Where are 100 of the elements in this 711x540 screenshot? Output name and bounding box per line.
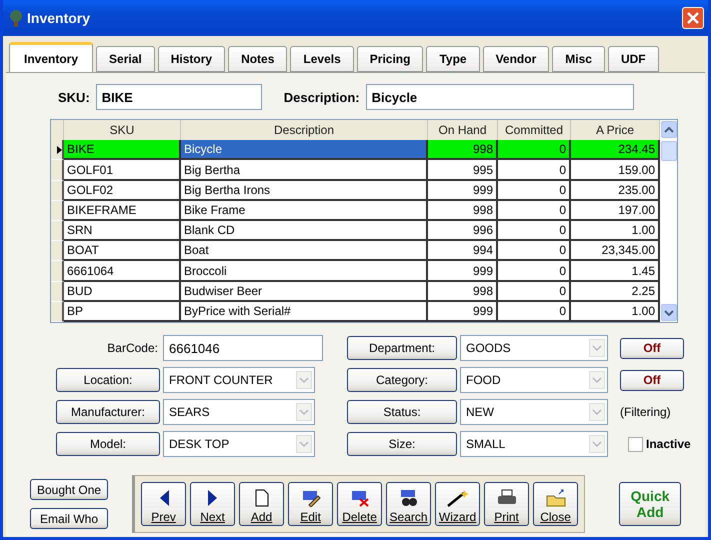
table-cell[interactable]: 234.45 bbox=[571, 140, 660, 160]
table-cell[interactable]: Budwiser Beer bbox=[181, 282, 428, 302]
dropdown-field[interactable]: DESK TOP bbox=[163, 431, 315, 457]
row-header[interactable] bbox=[51, 140, 64, 160]
table-cell[interactable]: 0 bbox=[498, 241, 571, 262]
table-cell[interactable]: 2.25 bbox=[571, 282, 660, 302]
toolbar-button[interactable]: Wizard bbox=[435, 482, 480, 526]
table-cell[interactable]: 994 bbox=[428, 241, 498, 262]
filter-toggle-button[interactable]: Off bbox=[620, 370, 684, 390]
table-cell[interactable]: 0 bbox=[498, 261, 571, 282]
row-header[interactable] bbox=[51, 241, 64, 262]
toolbar-button[interactable]: Edit bbox=[288, 482, 334, 526]
tab[interactable]: Type bbox=[426, 46, 480, 72]
toolbar-button[interactable]: Close bbox=[533, 482, 578, 526]
row-header[interactable] bbox=[51, 282, 64, 302]
table-cell[interactable]: BP bbox=[64, 302, 181, 322]
dropdown-field[interactable]: FOOD bbox=[460, 367, 608, 393]
table-cell[interactable]: 23,345.00 bbox=[571, 241, 660, 262]
lookup-button[interactable]: Category: bbox=[347, 368, 457, 392]
table-cell[interactable]: Big Bertha bbox=[181, 160, 428, 181]
table-cell[interactable]: Bike Frame bbox=[181, 200, 428, 222]
dropdown-field[interactable]: SMALL bbox=[460, 431, 608, 457]
tab[interactable]: Inventory bbox=[9, 42, 94, 72]
table-cell[interactable]: 999 bbox=[428, 261, 498, 282]
close-button[interactable] bbox=[682, 7, 704, 29]
table-cell[interactable]: GOLF02 bbox=[64, 180, 181, 201]
row-header[interactable] bbox=[51, 221, 64, 242]
row-header[interactable] bbox=[51, 180, 64, 201]
dropdown-field[interactable]: NEW bbox=[460, 399, 608, 425]
scroll-thumb[interactable] bbox=[660, 141, 676, 161]
checkbox[interactable] bbox=[628, 436, 643, 452]
table-cell[interactable]: 0 bbox=[498, 282, 571, 302]
table-cell[interactable]: Bicycle bbox=[181, 140, 428, 160]
row-header[interactable] bbox=[51, 200, 64, 222]
dropdown-field[interactable]: FRONT COUNTER bbox=[163, 367, 315, 393]
table-cell[interactable]: 159.00 bbox=[571, 160, 660, 181]
lookup-button[interactable]: Model: bbox=[56, 432, 160, 456]
tab[interactable]: Notes bbox=[228, 46, 288, 72]
quick-add-button[interactable]: Quick Add bbox=[619, 482, 682, 526]
toolbar-button[interactable]: Next bbox=[190, 482, 236, 526]
table-cell[interactable]: 1.45 bbox=[571, 261, 660, 282]
lookup-button[interactable]: Location: bbox=[56, 368, 160, 392]
scroll-down-button[interactable] bbox=[660, 304, 676, 321]
column-header[interactable]: A Price bbox=[571, 120, 660, 140]
toolbar-button[interactable]: Delete bbox=[337, 482, 382, 526]
input-field[interactable]: Bicycle bbox=[366, 84, 634, 110]
column-header[interactable]: Committed bbox=[498, 120, 571, 140]
table-cell[interactable]: Boat bbox=[181, 241, 428, 262]
table-cell[interactable]: 197.00 bbox=[571, 200, 660, 222]
filter-toggle-button[interactable]: Off bbox=[620, 338, 684, 358]
table-cell[interactable]: 0 bbox=[498, 140, 571, 160]
toolbar-button[interactable]: Prev bbox=[141, 482, 186, 526]
table-cell[interactable]: 0 bbox=[498, 221, 571, 242]
toolbar-button[interactable]: Search bbox=[386, 482, 432, 526]
table-cell[interactable]: 998 bbox=[428, 200, 498, 222]
table-cell[interactable]: 0 bbox=[498, 160, 571, 181]
table-cell[interactable]: 0 bbox=[498, 180, 571, 201]
tab[interactable]: Misc bbox=[552, 46, 605, 72]
action-button[interactable]: Bought One bbox=[30, 479, 108, 500]
scroll-up-button[interactable] bbox=[660, 121, 676, 138]
table-cell[interactable]: SRN bbox=[64, 221, 181, 242]
scrollbar[interactable] bbox=[660, 120, 677, 322]
table-cell[interactable]: Big Bertha Irons bbox=[181, 180, 428, 201]
row-header[interactable] bbox=[51, 261, 64, 282]
table-cell[interactable]: BIKEFRAME bbox=[64, 200, 181, 222]
lookup-button[interactable]: Status: bbox=[347, 400, 457, 424]
dropdown-field[interactable]: SEARS bbox=[163, 399, 315, 425]
table-cell[interactable]: 998 bbox=[428, 140, 498, 160]
lookup-button[interactable]: Manufacturer: bbox=[56, 400, 160, 424]
tab[interactable]: Serial bbox=[96, 46, 155, 72]
row-header[interactable] bbox=[51, 302, 64, 322]
table-cell[interactable]: 998 bbox=[428, 282, 498, 302]
table-cell[interactable]: GOLF01 bbox=[64, 160, 181, 181]
table-cell[interactable]: BOAT bbox=[64, 241, 181, 262]
table-cell[interactable]: BIKE bbox=[64, 140, 181, 160]
table-cell[interactable]: 0 bbox=[498, 200, 571, 222]
column-header[interactable]: Description bbox=[181, 120, 428, 140]
toolbar-button[interactable]: Add bbox=[239, 482, 284, 526]
action-button[interactable]: Email Who bbox=[30, 508, 108, 529]
table-cell[interactable]: 1.00 bbox=[571, 221, 660, 242]
tab[interactable]: Pricing bbox=[356, 46, 424, 72]
table-cell[interactable]: 999 bbox=[428, 180, 498, 201]
table-cell[interactable]: Broccoli bbox=[181, 261, 428, 282]
input-field[interactable]: BIKE bbox=[96, 84, 262, 110]
table-cell[interactable]: 6661064 bbox=[64, 261, 181, 282]
table-cell[interactable]: 999 bbox=[428, 302, 498, 322]
table-cell[interactable]: 235.00 bbox=[571, 180, 660, 201]
dropdown-field[interactable]: GOODS bbox=[460, 335, 608, 361]
table-cell[interactable]: Blank CD bbox=[181, 221, 428, 242]
tab[interactable]: History bbox=[158, 46, 226, 72]
table-cell[interactable]: 996 bbox=[428, 221, 498, 242]
tab[interactable]: Levels bbox=[290, 46, 354, 72]
tab[interactable]: UDF bbox=[608, 46, 659, 72]
toolbar-button[interactable]: Print bbox=[484, 482, 530, 526]
tab[interactable]: Vendor bbox=[482, 46, 550, 72]
column-header[interactable]: On Hand bbox=[428, 120, 498, 140]
table-cell[interactable]: 0 bbox=[498, 302, 571, 322]
table-cell[interactable]: 1.00 bbox=[571, 302, 660, 322]
table-cell[interactable]: 995 bbox=[428, 160, 498, 181]
row-header[interactable] bbox=[51, 160, 64, 181]
